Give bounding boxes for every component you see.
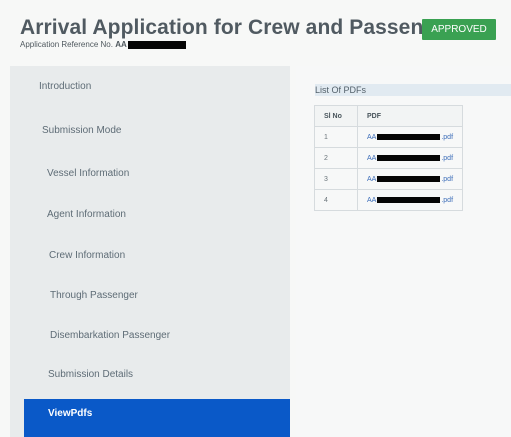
pdf-link[interactable]: AA .pdf bbox=[367, 176, 453, 183]
sidebar-item-submission-details[interactable]: Submission Details bbox=[48, 369, 133, 380]
application-reference: Application Reference No. AA bbox=[20, 40, 186, 49]
column-header-sl-no: Sl No bbox=[314, 105, 358, 127]
redacted-filename bbox=[377, 133, 441, 140]
table-row: 4 AA .pdf bbox=[314, 189, 463, 211]
page-title: Arrival Application for Crew and Passeng… bbox=[20, 16, 469, 39]
sidebar-item-submission-mode[interactable]: Submission Mode bbox=[42, 125, 121, 136]
pdf-prefix: AA bbox=[367, 133, 377, 141]
column-header-pdf: PDF bbox=[357, 105, 463, 127]
reference-label: Application Reference No. bbox=[20, 40, 113, 49]
pdf-link[interactable]: AA .pdf bbox=[367, 134, 453, 141]
redacted-filename bbox=[377, 154, 441, 161]
pdf-list-heading: List Of PDFs bbox=[315, 84, 511, 96]
pdf-table: Sl No PDF 1 AA .pdf 2 AA .pdf 3 AA .pdf 4 A… bbox=[314, 105, 463, 211]
sidebar-item-vessel-information[interactable]: Vessel Information bbox=[47, 168, 129, 179]
table-row: 1 AA .pdf bbox=[314, 126, 463, 148]
status-badge: APPROVED bbox=[422, 19, 496, 40]
pdf-prefix: AA bbox=[367, 175, 377, 183]
sl-no-cell: 3 bbox=[314, 168, 358, 190]
pdf-prefix: AA bbox=[367, 196, 377, 204]
pdf-cell: AA .pdf bbox=[357, 147, 463, 169]
pdf-prefix: AA bbox=[367, 154, 377, 162]
sidebar-item-crew-information[interactable]: Crew Information bbox=[49, 250, 125, 261]
pdf-cell: AA .pdf bbox=[357, 126, 463, 148]
application-screen: Arrival Application for Crew and Passeng… bbox=[0, 0, 511, 437]
pdf-cell: AA .pdf bbox=[357, 189, 463, 211]
sidebar-item-label: ViewPdfs bbox=[48, 408, 93, 419]
sidebar-item-introduction[interactable]: Introduction bbox=[39, 81, 91, 92]
sl-no-cell: 4 bbox=[314, 189, 358, 211]
pdf-suffix: .pdf bbox=[441, 154, 454, 162]
pdf-link[interactable]: AA .pdf bbox=[367, 197, 453, 204]
pdf-suffix: .pdf bbox=[441, 133, 454, 141]
table-header-row: Sl No PDF bbox=[314, 105, 463, 127]
redacted-filename bbox=[377, 175, 441, 182]
sl-no-cell: 2 bbox=[314, 147, 358, 169]
reference-prefix: AA bbox=[115, 40, 127, 49]
table-row: 2 AA .pdf bbox=[314, 147, 463, 169]
table-row: 3 AA .pdf bbox=[314, 168, 463, 190]
sl-no-cell: 1 bbox=[314, 126, 358, 148]
pdf-suffix: .pdf bbox=[441, 175, 454, 183]
sidebar-item-view-pdfs[interactable]: ViewPdfs bbox=[24, 399, 290, 437]
pdf-cell: AA .pdf bbox=[357, 168, 463, 190]
sidebar-item-agent-information[interactable]: Agent Information bbox=[47, 209, 126, 220]
pdf-suffix: .pdf bbox=[441, 196, 454, 204]
sidebar-item-through-passenger[interactable]: Through Passenger bbox=[50, 290, 138, 301]
redacted-reference bbox=[127, 40, 186, 49]
pdf-link[interactable]: AA .pdf bbox=[367, 155, 453, 162]
redacted-filename bbox=[377, 196, 441, 203]
sidebar-item-disembarkation-passenger[interactable]: Disembarkation Passenger bbox=[50, 330, 170, 341]
